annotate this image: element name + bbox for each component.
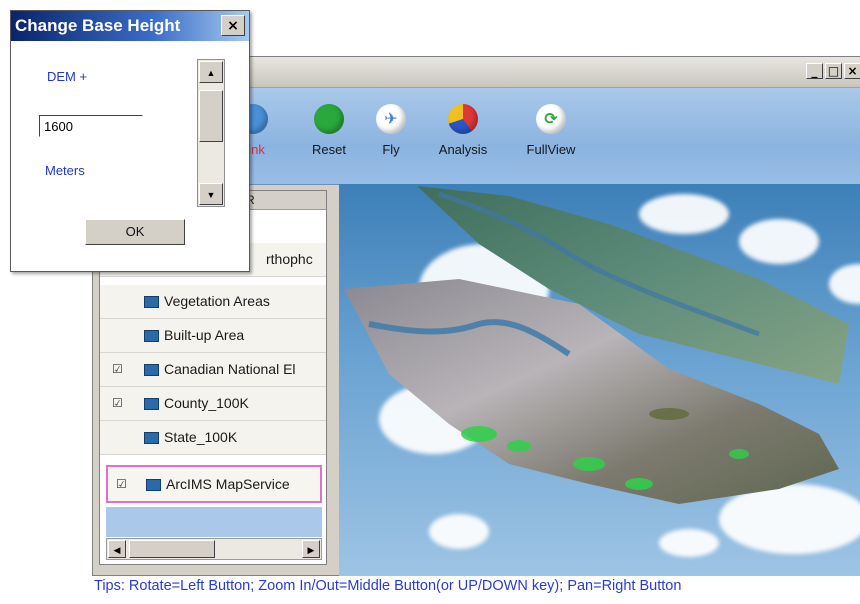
layer-color-swatch-icon xyxy=(144,398,159,410)
dialog-close-button[interactable]: × xyxy=(221,15,245,36)
scroll-thumb[interactable] xyxy=(129,540,215,558)
dialog-title: Change Base Height xyxy=(15,16,181,35)
tips-status-text: Tips: Rotate=Left Button; Zoom In/Out=Mi… xyxy=(94,578,682,594)
scroll-down-icon[interactable]: ▼ xyxy=(199,183,223,205)
scroll-left-icon[interactable]: ◀ xyxy=(108,540,126,558)
layer-item[interactable]: Vegetation Areas xyxy=(100,285,326,319)
fly-label: Fly xyxy=(382,142,400,157)
maximize-button[interactable]: □ xyxy=(825,63,842,79)
layer-name: rthophc xyxy=(266,251,313,267)
layer-item[interactable]: ☑ Canadian National El xyxy=(100,353,326,387)
layer-item[interactable]: ☑ County_100K xyxy=(100,387,326,421)
analysis-button[interactable]: Analysis xyxy=(431,104,495,157)
analysis-label: Analysis xyxy=(438,142,488,157)
layer-item-selected[interactable]: ☑ ArcIMS MapService xyxy=(106,465,322,503)
3d-map-view[interactable] xyxy=(339,184,860,576)
minimize-button[interactable]: _ xyxy=(806,63,823,79)
ok-button[interactable]: OK xyxy=(85,219,185,245)
height-scrollbar[interactable]: ▲ ▼ xyxy=(197,59,225,207)
fly-button[interactable]: ✈ Fly xyxy=(359,104,423,157)
layer-checkbox[interactable] xyxy=(112,295,124,307)
layer-checkbox[interactable] xyxy=(112,329,124,341)
fullview-label: FullView xyxy=(526,142,576,157)
layer-panel-hscrollbar[interactable]: ◀ ▶ xyxy=(106,538,322,560)
layer-name: County_100K xyxy=(164,395,249,411)
terrain-surface-image xyxy=(344,186,849,504)
change-base-height-dialog: Change Base Height × DEM + Meters ▲ ▼ OK xyxy=(10,10,250,272)
close-button[interactable]: × xyxy=(844,63,860,79)
layer-name: ArcIMS MapService xyxy=(166,476,290,492)
layer-color-swatch-icon xyxy=(144,364,159,376)
reset-label: Reset xyxy=(312,142,346,157)
layer-checkbox[interactable]: ☑ xyxy=(112,397,124,409)
scroll-up-icon[interactable]: ▲ xyxy=(199,61,223,83)
unit-label: Meters xyxy=(45,163,85,178)
base-height-input[interactable] xyxy=(39,115,143,137)
scroll-thumb[interactable] xyxy=(199,90,223,142)
layer-checkbox[interactable]: ☑ xyxy=(112,363,124,375)
layer-name: Built-up Area xyxy=(164,327,245,343)
scroll-right-icon[interactable]: ▶ xyxy=(302,540,320,558)
layer-color-swatch-icon xyxy=(146,479,161,491)
layer-checkbox[interactable]: ☑ xyxy=(116,478,128,490)
layer-name: Canadian National El xyxy=(164,361,296,377)
airplane-icon: ✈ xyxy=(376,104,406,134)
dialog-titlebar[interactable]: Change Base Height × xyxy=(11,11,249,41)
reset-globe-icon xyxy=(314,104,344,134)
layer-checkbox[interactable] xyxy=(112,431,124,443)
layer-color-swatch-icon xyxy=(144,296,159,308)
layer-panel-blank-area xyxy=(106,507,322,537)
source-dropdown[interactable]: DEM + xyxy=(47,69,87,84)
layer-color-swatch-icon xyxy=(144,330,159,342)
reset-button[interactable]: Reset xyxy=(297,104,361,157)
layer-name: Vegetation Areas xyxy=(164,293,270,309)
fullview-button[interactable]: ⟳ FullView xyxy=(519,104,583,157)
layer-item[interactable]: State_100K xyxy=(100,421,326,455)
pie-chart-icon xyxy=(448,104,478,134)
layer-item[interactable]: Built-up Area xyxy=(100,319,326,353)
layer-color-swatch-icon xyxy=(144,432,159,444)
refresh-icon: ⟳ xyxy=(536,104,566,134)
layer-name: State_100K xyxy=(164,429,238,445)
